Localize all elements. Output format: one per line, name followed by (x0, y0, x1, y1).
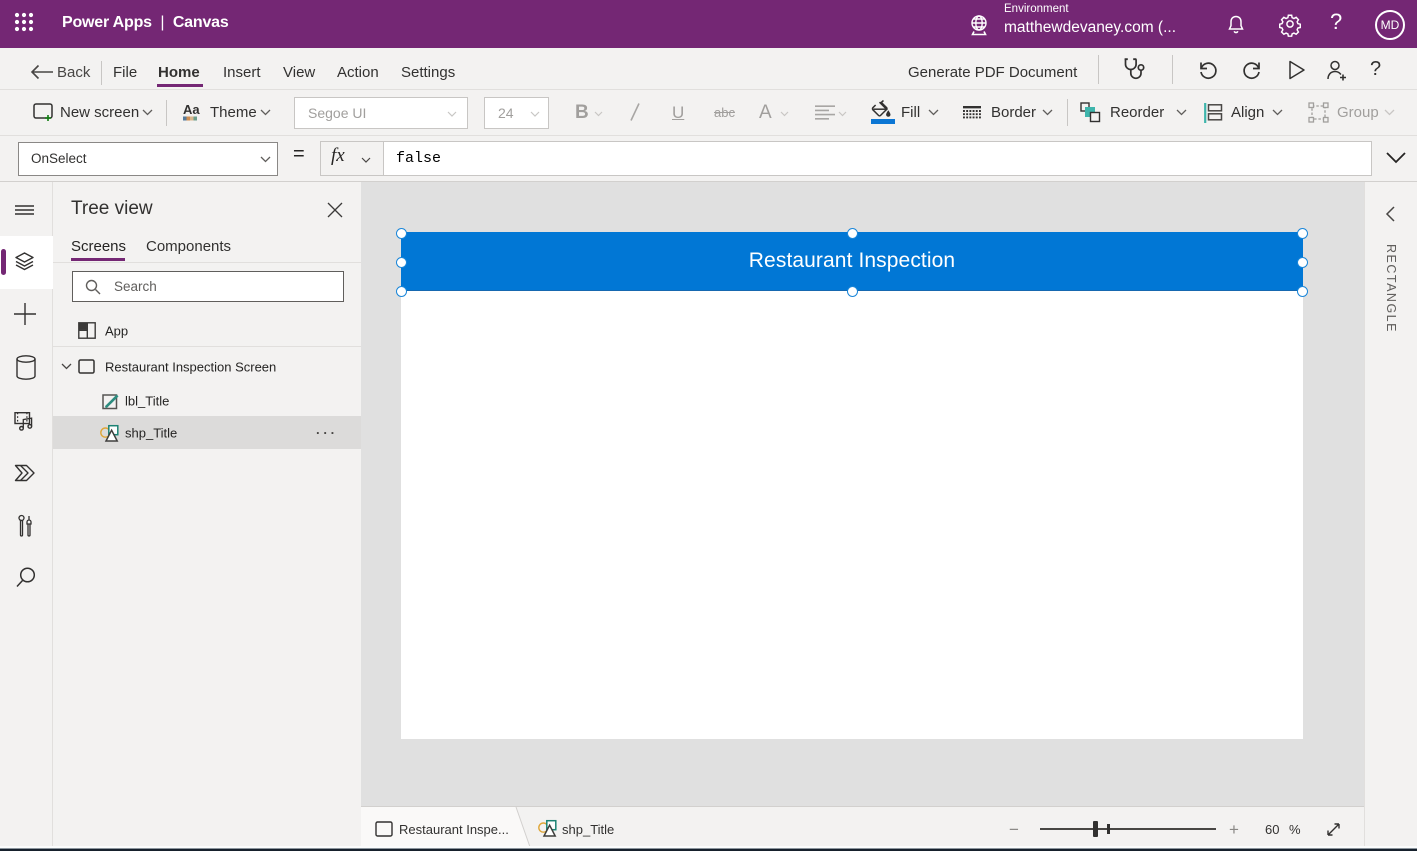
svg-text:Aa: Aa (183, 102, 200, 117)
